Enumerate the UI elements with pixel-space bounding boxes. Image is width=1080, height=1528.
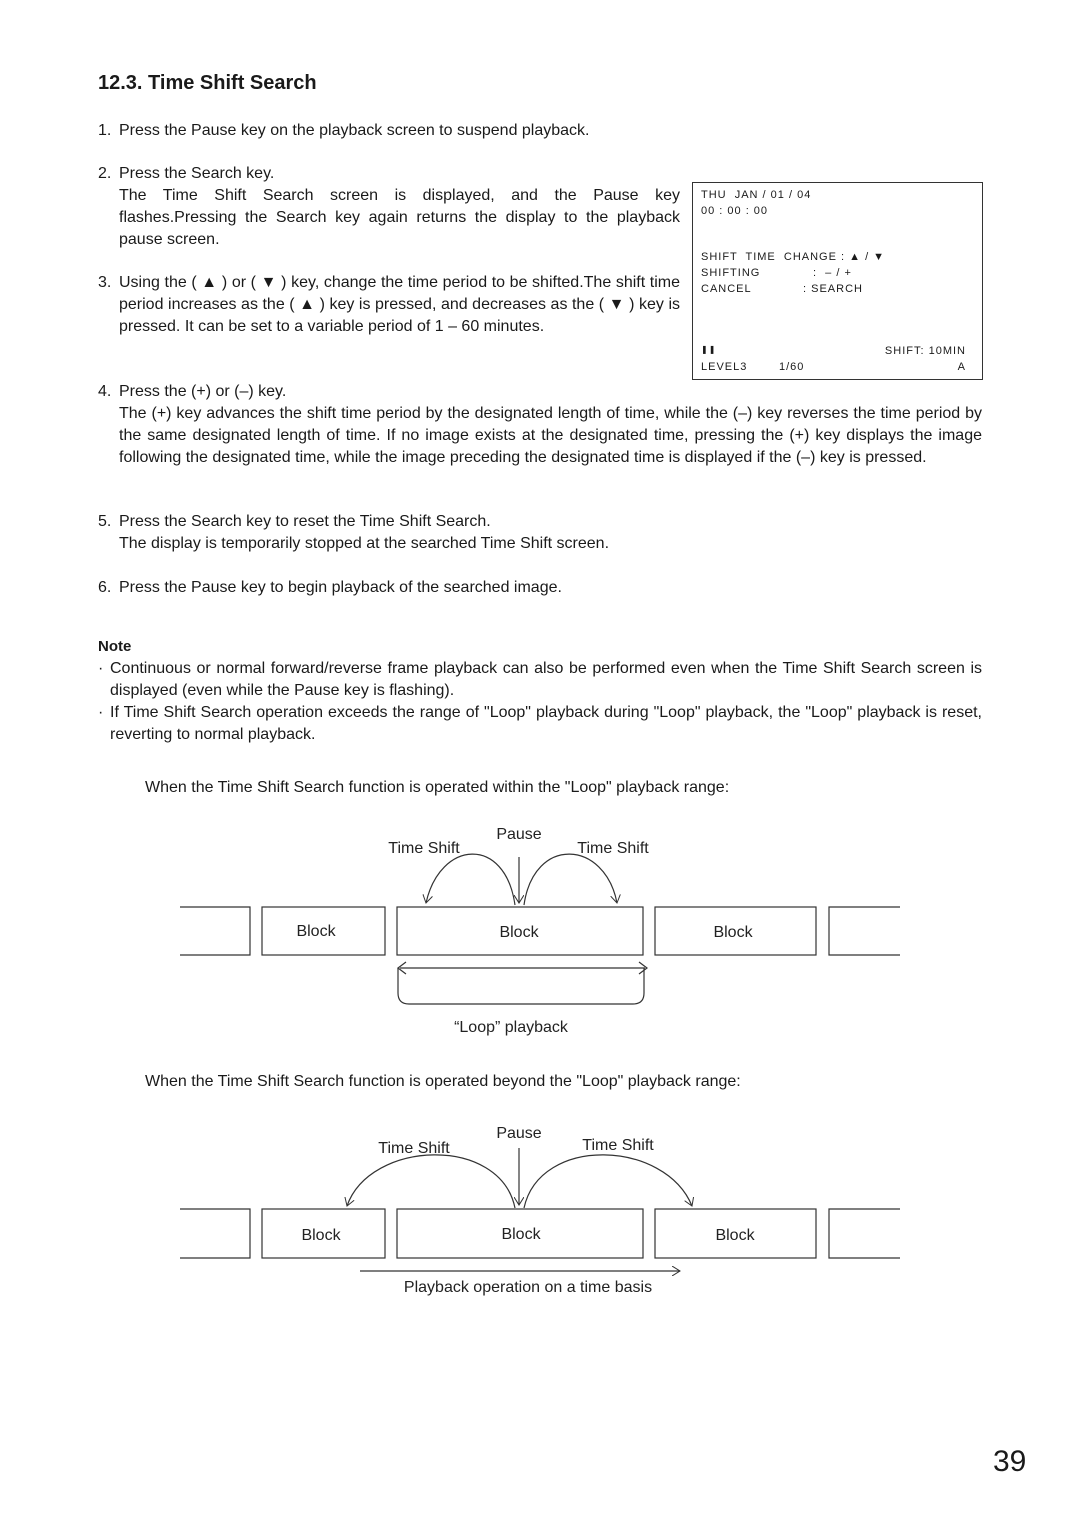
time-shift-arc-right xyxy=(523,1154,692,1209)
time-shift-label-right: Time Shift xyxy=(582,1137,654,1154)
time-basis-caption: Playback operation on a time basis xyxy=(404,1279,652,1296)
block-label: Block xyxy=(296,923,336,940)
time-shift-arc-left xyxy=(426,853,516,906)
time-shift-arc-left xyxy=(347,1154,516,1209)
block-partial-left xyxy=(180,906,251,956)
pause-label: Pause xyxy=(496,1125,541,1142)
block-partial-right xyxy=(828,1208,900,1259)
block-label: Block xyxy=(501,1226,541,1243)
time-shift-label-left: Time Shift xyxy=(388,840,460,857)
block-partial-right xyxy=(828,906,900,956)
diagrams-svg: Pause Time Shift Time Shift Block Block … xyxy=(180,826,900,1296)
diagram2-intro: When the Time Shift Search function is o… xyxy=(145,1073,741,1090)
diagram1 xyxy=(180,853,900,1005)
block-label: Block xyxy=(713,924,753,941)
block-label: Block xyxy=(301,1227,341,1244)
time-shift-arc-right xyxy=(523,853,617,906)
loop-playback-caption: “Loop” playback xyxy=(454,1019,569,1036)
loop-bracket xyxy=(397,968,645,1005)
pause-label: Pause xyxy=(496,826,541,843)
page-number: 39 xyxy=(993,1445,1027,1478)
time-shift-label-right: Time Shift xyxy=(577,840,649,857)
block-label: Block xyxy=(499,924,539,941)
diagram2 xyxy=(180,1148,900,1271)
block-label: Block xyxy=(715,1227,755,1244)
time-shift-label-left: Time Shift xyxy=(378,1140,450,1157)
block-partial-left xyxy=(180,1208,251,1259)
